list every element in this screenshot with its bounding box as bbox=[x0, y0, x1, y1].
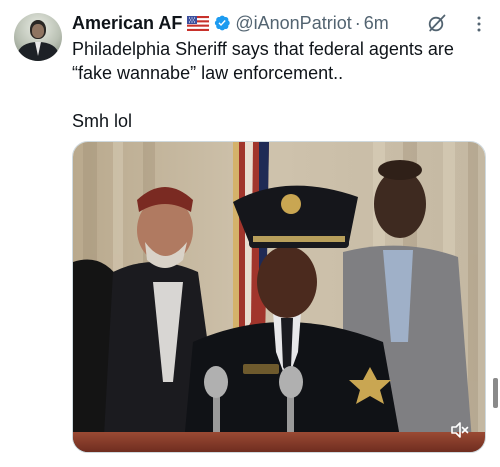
author-avatar[interactable] bbox=[14, 13, 62, 61]
more-options-icon[interactable] bbox=[469, 14, 489, 34]
author-handle[interactable]: @iAnonPatriot bbox=[235, 13, 351, 34]
page-scrollbar[interactable] bbox=[493, 378, 498, 408]
tweet-text-line-1: Philadelphia Sheriff says that federal a… bbox=[72, 39, 454, 59]
tweet-card[interactable]: American AF @iAnonPatriot · 6m Philadelp… bbox=[0, 0, 500, 467]
grok-icon[interactable] bbox=[427, 13, 447, 33]
tweet-text: Philadelphia Sheriff says that federal a… bbox=[72, 37, 492, 133]
verified-badge-icon[interactable] bbox=[213, 14, 231, 32]
podium bbox=[73, 432, 485, 452]
header-separator: · bbox=[354, 12, 361, 33]
video-player[interactable] bbox=[72, 141, 486, 453]
muted-speaker-icon[interactable] bbox=[448, 419, 470, 441]
video-frame bbox=[73, 142, 485, 452]
tweet-header: American AF @iAnonPatriot · 6m bbox=[72, 12, 389, 34]
tweet-timestamp[interactable]: 6m bbox=[364, 13, 389, 34]
us-flag-icon bbox=[187, 15, 210, 31]
author-name[interactable]: American AF bbox=[72, 13, 182, 34]
avatar-face bbox=[32, 24, 44, 38]
tweet-text-line-2: “fake wannabe” law enforcement.. bbox=[72, 63, 344, 83]
tweet-text-line-3: Smh lol bbox=[72, 111, 133, 131]
